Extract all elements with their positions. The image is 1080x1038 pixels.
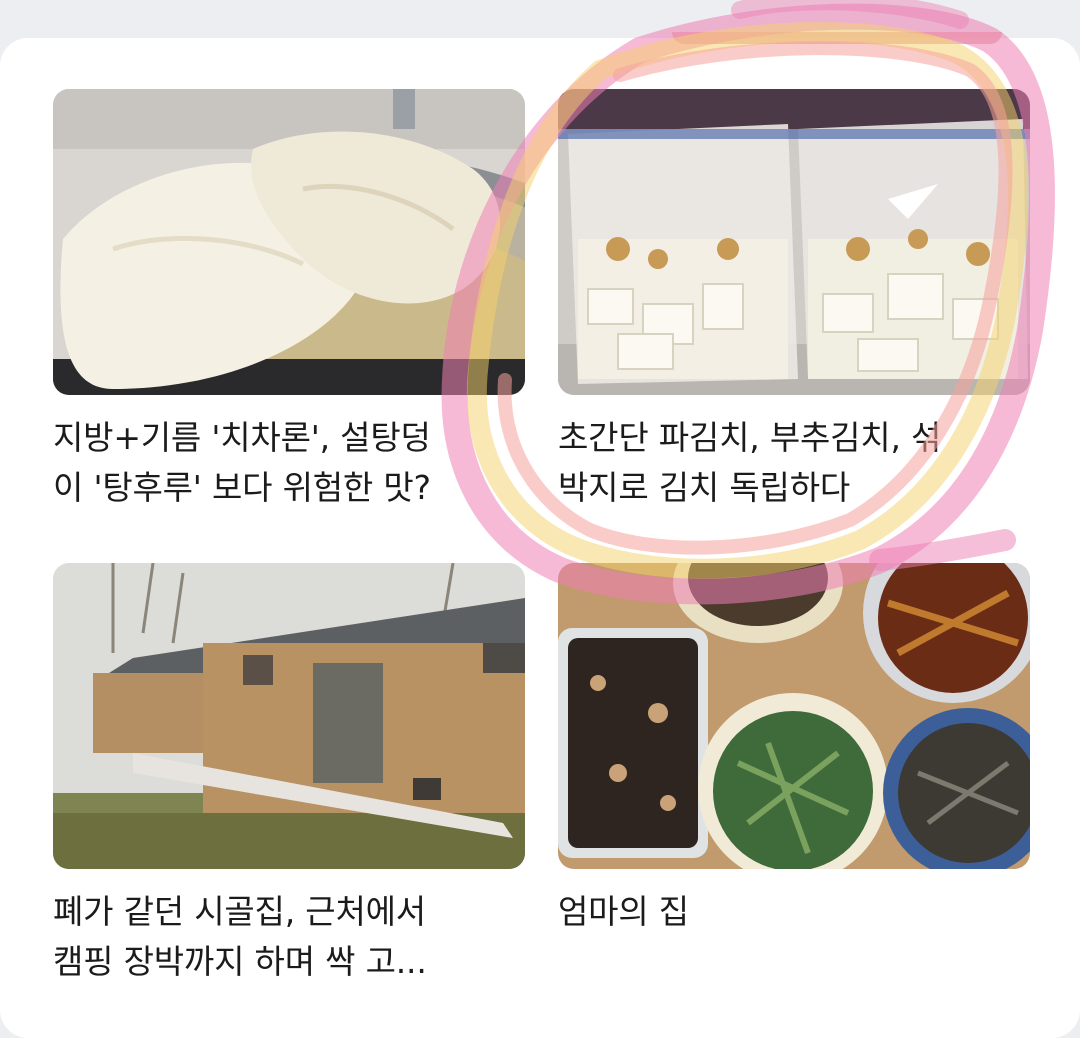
article-title-1[interactable]: 지방+기름 '치차론', 설탕덩 이 '탕후루' 보다 위험한 맛?	[53, 413, 525, 513]
article-card-4[interactable]: 엄마의 집	[558, 563, 1030, 937]
article-thumbnail-1[interactable]	[53, 89, 525, 395]
article-title-4[interactable]: 엄마의 집	[558, 887, 1030, 937]
article-thumbnail-2[interactable]	[558, 89, 1030, 395]
previous-card-edge	[672, 32, 1002, 44]
article-card-2[interactable]: 초간단 파김치, 부추김치, 섞 박지로 김치 독립하다	[558, 89, 1030, 513]
article-card-1[interactable]: 지방+기름 '치차론', 설탕덩 이 '탕후루' 보다 위험한 맛?	[53, 89, 525, 513]
article-title-3[interactable]: 폐가 같던 시골집, 근처에서 캠핑 장박까지 하며 싹 고...	[53, 887, 525, 987]
article-thumbnail-3[interactable]	[53, 563, 525, 869]
article-title-2[interactable]: 초간단 파김치, 부추김치, 섞 박지로 김치 독립하다	[558, 413, 1030, 513]
article-card-3[interactable]: 폐가 같던 시골집, 근처에서 캠핑 장박까지 하며 싹 고...	[53, 563, 525, 987]
article-thumbnail-4[interactable]	[558, 563, 1030, 869]
